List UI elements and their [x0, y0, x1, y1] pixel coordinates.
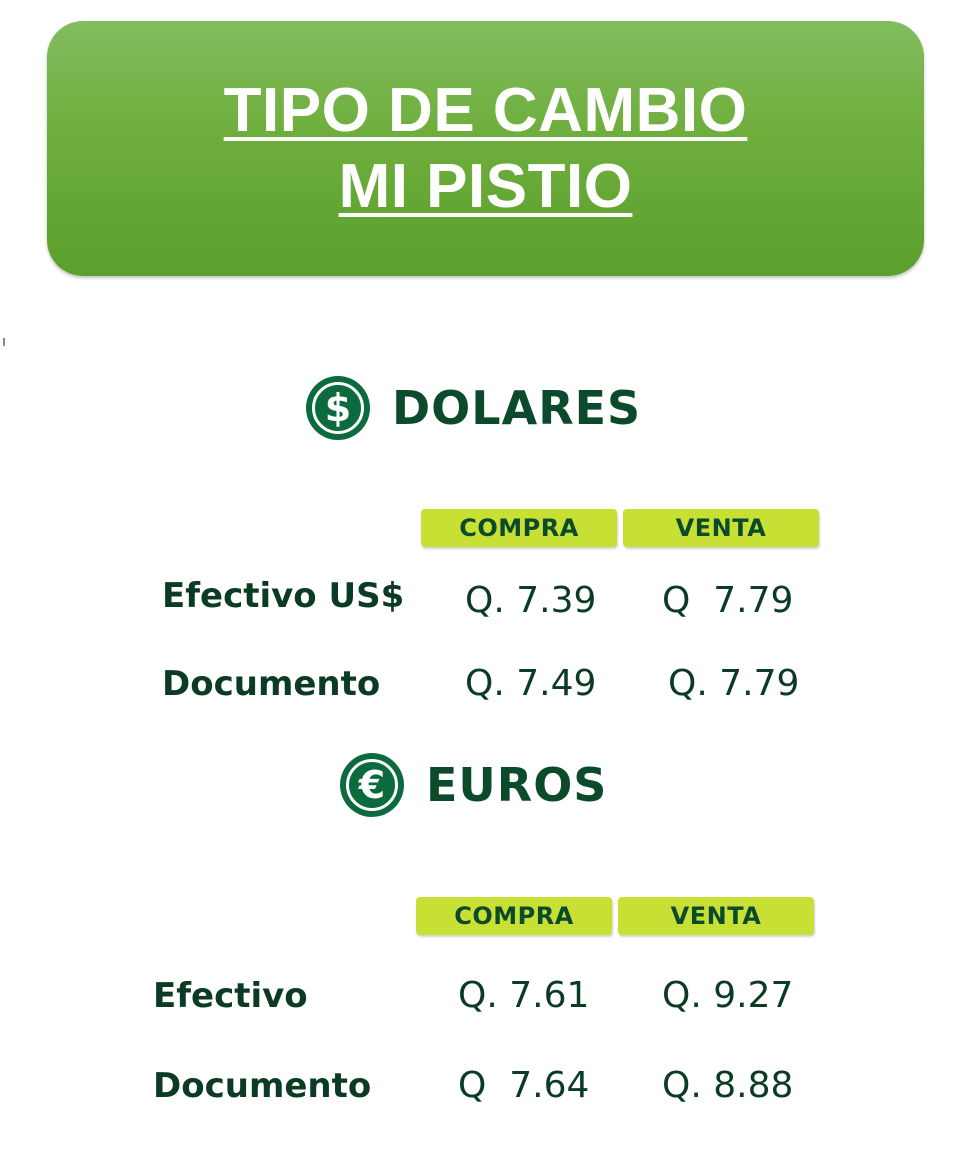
dollar-coin-icon: $ — [306, 376, 370, 440]
euro-coin-icon: € — [340, 753, 404, 817]
dolares-venta-header: VENTA — [623, 509, 819, 547]
dolares-row-1-compra: Q. 7.39 — [465, 580, 597, 621]
euros-row-1-venta: Q. 9.27 — [662, 975, 794, 1016]
euros-title: EUROS — [426, 758, 608, 812]
dolares-compra-header: COMPRA — [421, 509, 617, 547]
euros-row-2-label: Documento — [153, 1066, 372, 1106]
dolares-row-2-venta: Q. 7.79 — [668, 663, 800, 704]
euros-compra-header: COMPRA — [416, 897, 612, 935]
dolares-row-2-label: Documento — [162, 664, 381, 704]
banner-title-line-1: TIPO DE CAMBIO — [223, 75, 748, 145]
euros-venta-header: VENTA — [618, 897, 814, 935]
euros-row-1-compra: Q. 7.61 — [458, 975, 590, 1016]
dolares-row-1-venta: Q 7.79 — [662, 580, 794, 621]
euros-row-1-label: Efectivo — [153, 976, 308, 1016]
euros-row-2-venta: Q. 8.88 — [662, 1065, 794, 1106]
euros-row-2-compra: Q 7.64 — [458, 1065, 590, 1106]
banner-title-line-2: MI PISTIO — [338, 151, 633, 221]
dolares-row-1-label: Efectivo US$ — [162, 576, 405, 616]
stray-mark — [3, 338, 5, 346]
euros-heading: € EUROS — [340, 753, 607, 817]
dolares-row-2-compra: Q. 7.49 — [465, 663, 597, 704]
dolares-title: DOLARES — [392, 381, 642, 435]
title-banner: TIPO DE CAMBIO MI PISTIO — [47, 21, 924, 276]
dolares-heading: $ DOLARES — [306, 376, 641, 440]
